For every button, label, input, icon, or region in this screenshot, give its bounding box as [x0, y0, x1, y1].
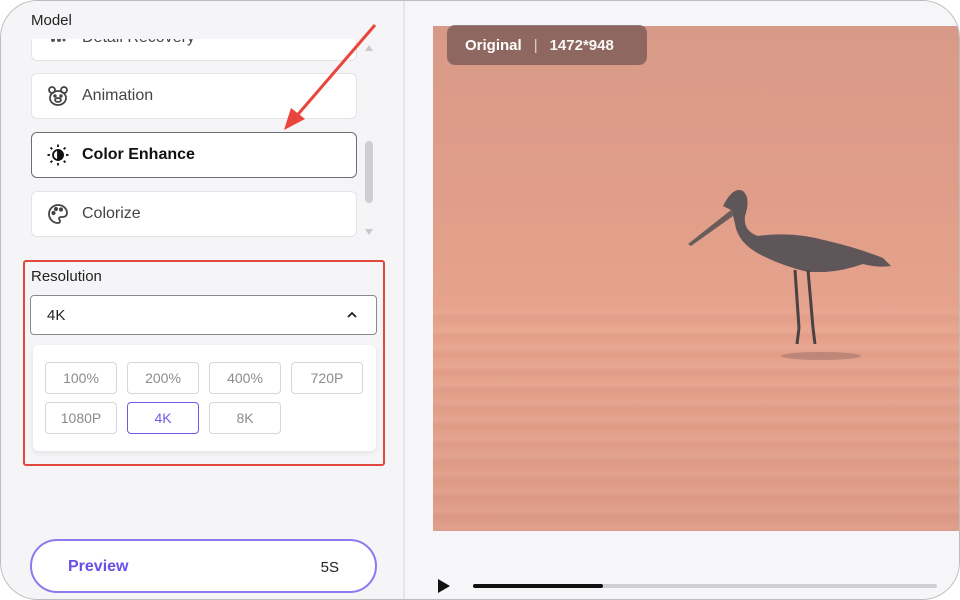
- play-icon[interactable]: [438, 579, 450, 593]
- scroll-up-arrow-icon[interactable]: [365, 45, 373, 51]
- bear-face-icon: [46, 84, 70, 108]
- sun-icon: [46, 143, 70, 167]
- preview-button-label: Preview: [68, 558, 129, 575]
- model-list: Detail Recovery Animation Color Enhance …: [29, 39, 361, 239]
- badge-label: Original: [465, 36, 522, 54]
- preview-time: 5S: [320, 559, 339, 576]
- model-item-color-enhance[interactable]: Color Enhance: [31, 132, 357, 178]
- app-window: Model Detail Recovery Animation Color En…: [0, 0, 960, 600]
- resolution-section-title: Resolution: [31, 268, 102, 285]
- resolution-option-4k[interactable]: 4K: [127, 402, 199, 434]
- chevron-up-icon: [346, 308, 358, 320]
- resolution-option-200[interactable]: 200%: [127, 362, 199, 394]
- resolution-option-720p[interactable]: 720P: [291, 362, 363, 394]
- model-item-label: Detail Recovery: [82, 39, 195, 47]
- model-item-animation[interactable]: Animation: [31, 73, 357, 119]
- model-item-colorize[interactable]: Colorize: [31, 191, 357, 237]
- resolution-option-400[interactable]: 400%: [209, 362, 281, 394]
- resolution-options-panel: 100% 200% 400% 720P 1080P 4K 8K: [33, 345, 376, 451]
- progress-fill: [473, 584, 603, 588]
- scroll-thumb[interactable]: [365, 141, 373, 203]
- original-badge: Original | 1472*948: [447, 25, 647, 65]
- resolution-option-100[interactable]: 100%: [45, 362, 117, 394]
- model-item-label: Colorize: [82, 205, 141, 222]
- scroll-down-arrow-icon[interactable]: [365, 229, 373, 235]
- preview-image: [433, 26, 959, 531]
- resolution-select[interactable]: 4K: [30, 295, 377, 335]
- model-list-scrollbar[interactable]: [363, 41, 375, 239]
- model-item-label: Animation: [82, 87, 154, 104]
- model-item-detail-recovery[interactable]: Detail Recovery: [31, 39, 357, 61]
- model-item-label: Color Enhance: [82, 146, 195, 163]
- resolution-option-8k[interactable]: 8K: [209, 402, 281, 434]
- resolution-selected-value: 4K: [47, 306, 66, 324]
- preview-panel: [405, 1, 959, 599]
- badge-separator: |: [533, 36, 538, 54]
- image-dimensions: 1472*948: [549, 36, 614, 54]
- detail-recovery-icon: [46, 39, 70, 50]
- model-section-title: Model: [31, 12, 72, 29]
- preview-button[interactable]: Preview 5S: [30, 539, 377, 593]
- palette-icon: [46, 202, 70, 226]
- resolution-option-1080p[interactable]: 1080P: [45, 402, 117, 434]
- settings-panel: Model Detail Recovery Animation Color En…: [1, 1, 403, 599]
- heron-illustration: [688, 190, 891, 360]
